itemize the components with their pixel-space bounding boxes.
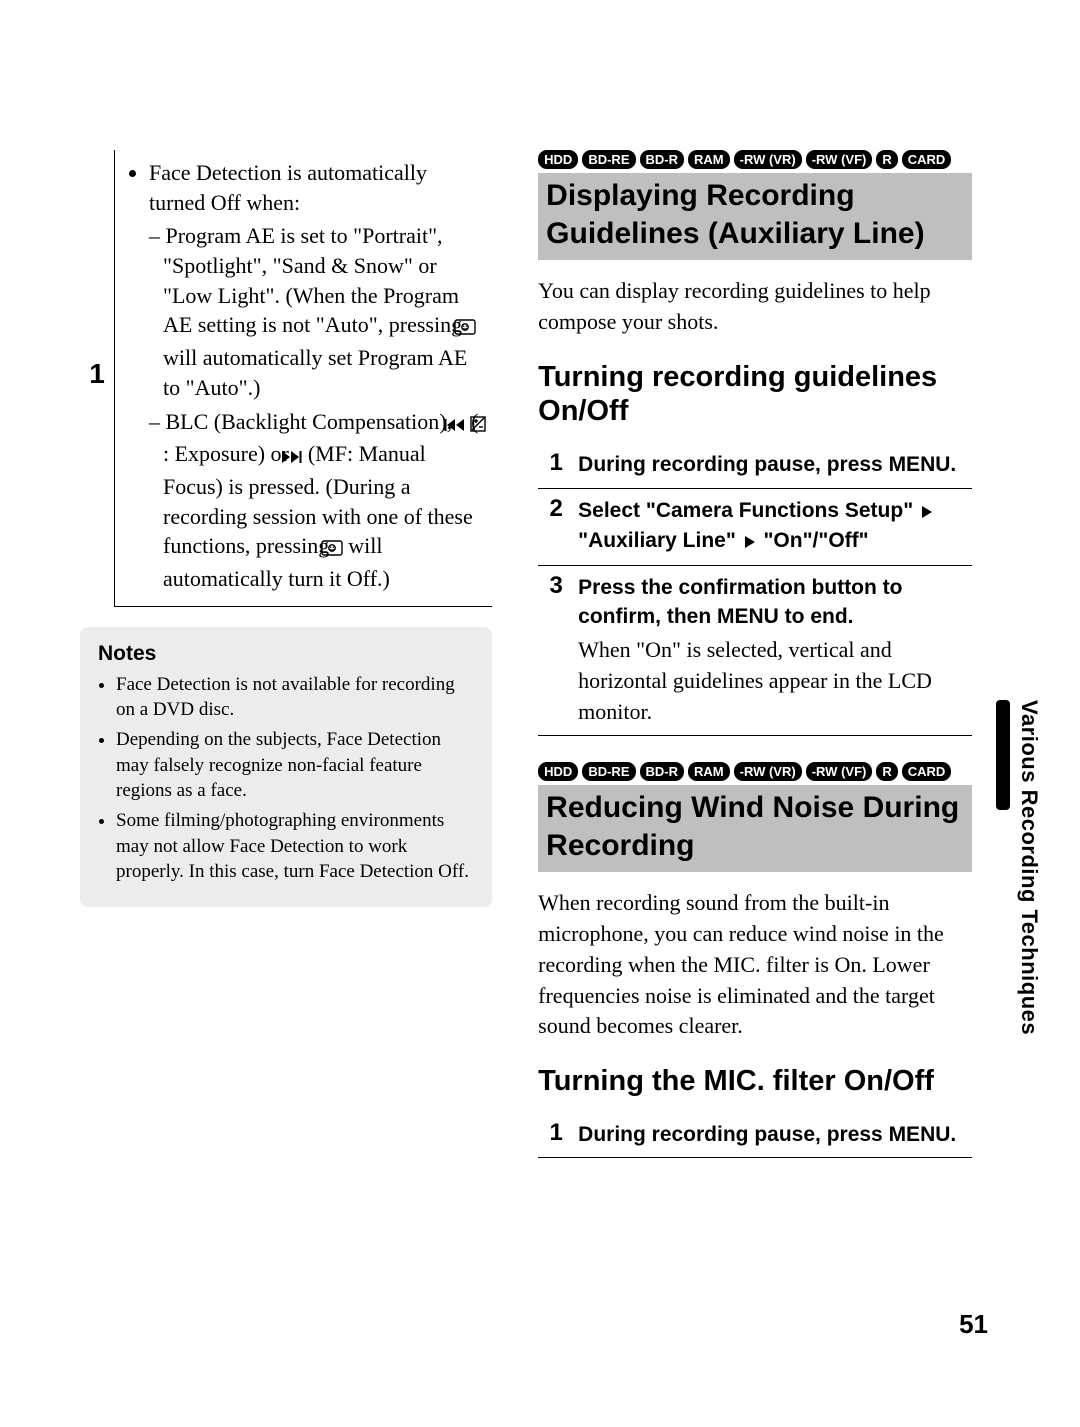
step3-bold: Press the confirmation button to confirm… <box>578 576 902 627</box>
step-text: During recording pause, press MENU. <box>574 1113 972 1158</box>
step-number: 3 <box>538 566 574 736</box>
fast-forward-icon <box>294 442 302 472</box>
note-item: Some filming/photographing environments … <box>116 808 474 885</box>
left-sub2-c: : Exposure) or <box>163 441 294 466</box>
left-sub1-b: will automatically set Program AE to "Au… <box>163 345 467 400</box>
notes-title: Notes <box>98 641 474 666</box>
badge: CARD <box>902 150 952 169</box>
rewind-icon <box>458 410 466 440</box>
badge: -RW (VF) <box>806 150 873 169</box>
badge: CARD <box>902 762 952 781</box>
subhead-guidelines-onoff: Turning recording guidelines On/Off <box>538 360 972 430</box>
manual-page: 1 Face Detection is automatically turned… <box>0 0 1080 1427</box>
media-badges-1: HDD BD-RE BD-R RAM -RW (VR) -RW (VF) R C… <box>538 150 972 169</box>
subhead-mic-filter: Turning the MIC. filter On/Off <box>538 1064 972 1099</box>
section-heading-guidelines: Displaying Recording Guidelines (Auxilia… <box>538 173 972 260</box>
step2-part2: "Auxiliary Line" <box>578 529 741 552</box>
badge: -RW (VR) <box>734 150 802 169</box>
right-arrow-icon <box>921 499 933 527</box>
steps-mic-filter: 1 During recording pause, press MENU. <box>538 1113 972 1158</box>
step3-plain: When "On" is selected, vertical and hori… <box>578 635 968 727</box>
left-sub-1: – Program AE is set to "Portrait", "Spot… <box>163 221 488 402</box>
left-step-number: 1 <box>80 150 115 606</box>
section1-body: You can display recording guidelines to … <box>538 276 972 338</box>
badge: RAM <box>688 150 730 169</box>
media-badges-2: HDD BD-RE BD-R RAM -RW (VR) -RW (VF) R C… <box>538 762 972 781</box>
face-detect-icon <box>335 534 343 564</box>
two-column-layout: 1 Face Detection is automatically turned… <box>80 150 1000 1158</box>
spacer <box>538 736 972 762</box>
right-column: HDD BD-RE BD-R RAM -RW (VR) -RW (VF) R C… <box>538 150 1000 1158</box>
badge: BD-R <box>640 762 685 781</box>
exposure-icon <box>484 410 486 440</box>
badge: BD-RE <box>582 762 635 781</box>
face-detect-icon <box>468 313 476 343</box>
badge: BD-R <box>640 150 685 169</box>
badge: R <box>876 762 897 781</box>
step-number: 1 <box>538 443 574 488</box>
step2-part1: Select "Camera Functions Setup" <box>578 499 919 522</box>
left-step-body: Face Detection is automatically turned O… <box>115 150 493 606</box>
left-bullet-lead: Face Detection is automatically turned O… <box>149 160 427 215</box>
badge: RAM <box>688 762 730 781</box>
step-number: 2 <box>538 488 574 566</box>
notes-list: Face Detection is not available for reco… <box>98 672 474 885</box>
step-text: During recording pause, press MENU. <box>574 443 972 488</box>
badge: -RW (VF) <box>806 762 873 781</box>
note-item: Face Detection is not available for reco… <box>116 672 474 723</box>
badge: HDD <box>538 150 578 169</box>
section2-body: When recording sound from the built-in m… <box>538 888 972 1042</box>
step2-part3: "On"/"Off" <box>763 529 868 552</box>
step-text: Select "Camera Functions Setup" "Auxilia… <box>574 488 972 566</box>
notes-box: Notes Face Detection is not available fo… <box>80 627 492 907</box>
right-arrow-icon <box>744 529 756 557</box>
side-tab-bar <box>996 700 1010 810</box>
left-sub-2: – BLC (Backlight Compensation), ( : Expo… <box>163 407 488 594</box>
side-tab-label: Various Recording Techniques <box>1018 700 1040 1035</box>
step-text: Press the confirmation button to confirm… <box>574 566 972 736</box>
badge: -RW (VR) <box>734 762 802 781</box>
section-heading-wind-noise: Reducing Wind Noise During Recording <box>538 785 972 872</box>
badge: BD-RE <box>582 150 635 169</box>
badge: R <box>876 150 897 169</box>
left-step-table: 1 Face Detection is automatically turned… <box>80 150 492 607</box>
badge: HDD <box>538 762 578 781</box>
note-item: Depending on the subjects, Face Detectio… <box>116 727 474 804</box>
steps-guidelines: 1 During recording pause, press MENU. 2 … <box>538 443 972 736</box>
page-number: 51 <box>959 1311 988 1337</box>
left-sub1-a: – Program AE is set to "Portrait", "Spot… <box>149 223 468 337</box>
step-number: 1 <box>538 1113 574 1158</box>
left-column: 1 Face Detection is automatically turned… <box>80 150 492 1158</box>
left-sub2-a: – BLC (Backlight Compensation), <box>149 409 458 434</box>
